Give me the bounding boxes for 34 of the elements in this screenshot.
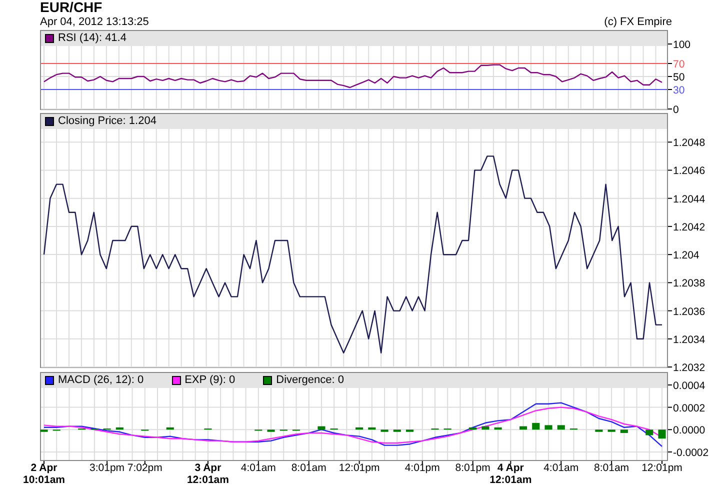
axis-label: 1.2038 [673, 278, 706, 290]
chart-title: EUR/CHF [40, 0, 102, 15]
axis-label: 0.0004 [673, 380, 706, 392]
axis-label: 0.0002 [673, 402, 706, 414]
axis-label: 8:01am [594, 462, 630, 474]
axis-label: 2 Apr 10:01am [22, 462, 66, 486]
axis-label: 3 Apr 12:01am [186, 462, 229, 486]
axis-label: 0 [673, 104, 679, 116]
axis-label: 7:02pm [127, 462, 162, 474]
timestamp: Apr 04, 2012 13:13:25 [40, 15, 149, 29]
axis-label: 30 [673, 84, 685, 96]
axis-label: 100 [673, 39, 691, 51]
axis-label: 1.2032 [673, 362, 706, 374]
axis-label: -0.0002 [673, 446, 709, 459]
axis-label: 1.2034 [673, 334, 706, 346]
axis-label: 0.0000 [673, 424, 706, 437]
axis-label: 3:01pm [90, 462, 125, 474]
axis-label: 12:01pm [642, 462, 682, 474]
axis-label: 50 [673, 72, 685, 84]
axis-label: 8:01am [291, 462, 326, 474]
copyright-notice: (c) FX Empire [604, 15, 672, 29]
axis-label: 4:01pm [404, 462, 440, 474]
axis-label: 12:01pm [338, 462, 380, 474]
axis-label: 8:01pm [455, 462, 490, 474]
axis-label: 4:01am [240, 462, 276, 474]
axis-label: 1.2044 [673, 193, 706, 206]
axis-label: 70 [673, 58, 685, 70]
axis-label: 1.2048 [673, 137, 706, 150]
axis-label: 1.2042 [673, 221, 706, 234]
axis-label: 4:01am [544, 462, 579, 474]
axis-label: 1.2046 [673, 165, 706, 178]
axis-label: 4 Apr 12:01am [490, 462, 532, 486]
axis-label: 1.204 [673, 250, 700, 262]
axis-label: 1.2036 [673, 306, 706, 318]
